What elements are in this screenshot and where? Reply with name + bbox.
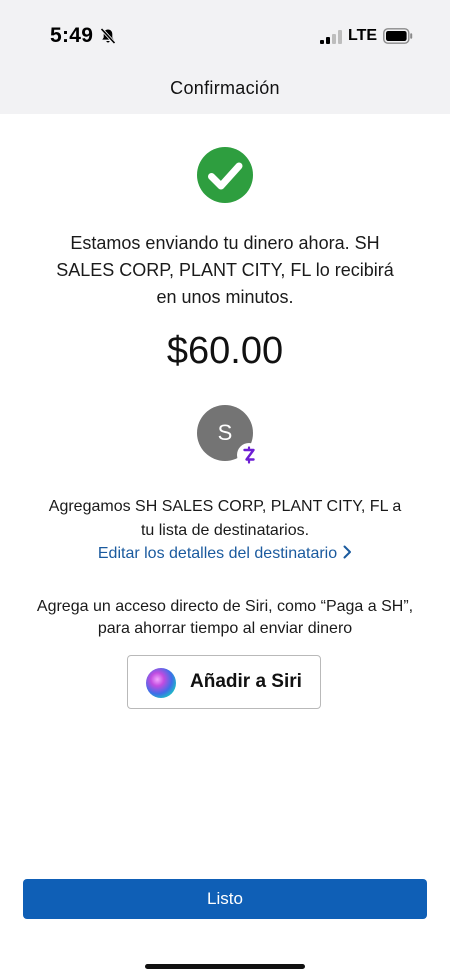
- zelle-icon: [237, 443, 261, 467]
- signal-icon: [320, 30, 342, 44]
- network-label: LTE: [348, 27, 378, 44]
- status-time: 5:49: [50, 24, 94, 47]
- top-bar: 5:49 LTE Confirmación: [0, 0, 450, 114]
- siri-orb-icon: [146, 668, 176, 698]
- battery-icon: [383, 28, 413, 44]
- home-indicator[interactable]: [145, 964, 305, 969]
- siri-shortcut-note: Agrega un acceso directo de Siri, como “…: [36, 598, 414, 637]
- amount-sent: $60.00: [166, 330, 284, 372]
- edit-recipient-link[interactable]: Editar los detalles del destinatario: [0, 545, 450, 563]
- done-button[interactable]: Listo: [23, 879, 427, 919]
- add-to-siri-button[interactable]: Añadir a Siri: [127, 655, 321, 709]
- edit-recipient-link-label: Editar los detalles del destinatario: [97, 545, 338, 562]
- bell-slash-icon: [100, 27, 116, 45]
- page-title: Confirmación: [170, 78, 280, 98]
- recipient-added-note: Agregamos SH SALES CORP, PLANT CITY, FL …: [48, 498, 402, 539]
- chevron-right-icon: [343, 545, 352, 559]
- confirmation-screen: 5:49 LTE Confirmación Estamos enviando t…: [0, 0, 450, 980]
- confirmation-message: Estamos enviando tu dinero ahora. SH SAL…: [56, 233, 394, 307]
- check-circle-icon: [197, 147, 253, 203]
- add-to-siri-label: Añadir a Siri: [190, 671, 302, 692]
